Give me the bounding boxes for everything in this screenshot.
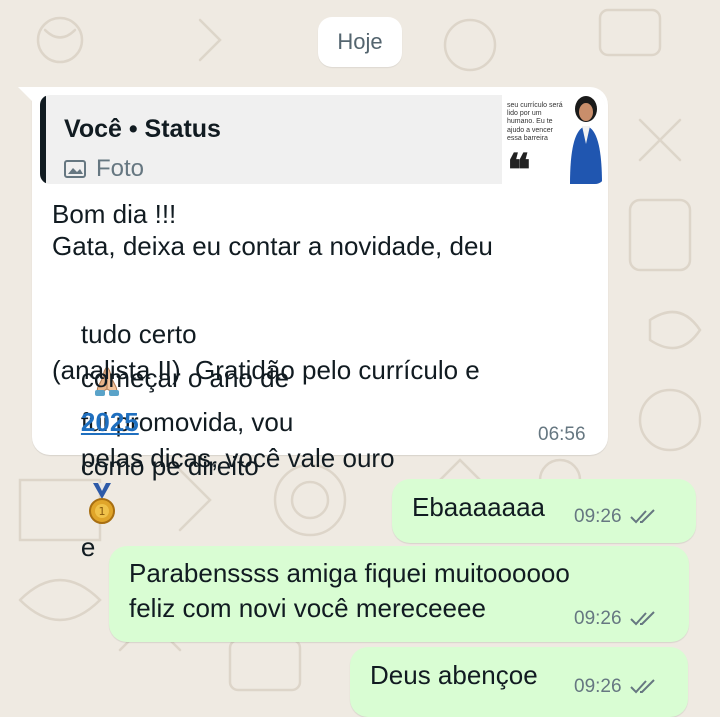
reply-accent-bar [40,95,46,184]
reply-author: Você • Status [64,115,221,143]
message-line-5: (analista II) Gratidão pelo currículo e [52,348,480,392]
person-photo [570,96,602,184]
message-text: Deus abençoe [370,660,538,690]
message-time: 06:56 [538,424,586,445]
read-receipt-icon [629,509,655,524]
thumbnail-caption: seu currículo será lido por um humano. E… [507,102,563,142]
message-line-2: feliz com novi você mereceeee [129,593,486,623]
date-separator: Hoje [318,17,402,67]
message-time: 09:26 [574,506,622,527]
medal-icon: 1 [88,483,115,525]
svg-text:1: 1 [98,505,105,518]
quote-mark-icon: ❝ [507,145,531,185]
message-meta: 09:26 [574,506,658,528]
text-segment: e [80,532,96,563]
status-thumbnail: seu currículo será lido por um humano. E… [502,95,605,184]
photo-icon [64,160,86,178]
reply-media-type: Foto [64,155,144,183]
outgoing-message[interactable]: Parabenssss amiga fiquei muitoooooo feli… [109,546,689,642]
message-line-1: Parabenssss amiga fiquei muitoooooo [129,558,570,588]
message-time: 09:26 [574,676,622,697]
message-time: 09:26 [574,608,622,629]
text-segment: Gata, deixa eu contar a novidade, deu [52,231,493,261]
message-text: Ebaaaaaaa [412,492,546,522]
status-reply-preview[interactable]: Você • Status Foto seu currículo será li… [40,95,605,184]
message-meta: 09:26 [574,676,658,698]
reply-type-label: Foto [96,155,145,182]
message-line-2: Gata, deixa eu contar a novidade, deu [52,224,493,268]
incoming-message[interactable]: Você • Status Foto seu currículo será li… [18,87,608,562]
bubble-tail [18,87,36,105]
read-receipt-icon [629,679,655,694]
text-segment: pelas dicas, você vale ouro [80,443,395,473]
text-segment: (analista II) Gratidão pelo currículo e [52,355,480,385]
read-receipt-icon [629,611,655,626]
message-meta: 09:26 [574,608,658,630]
outgoing-message[interactable]: Ebaaaaaaa 09:26 [392,479,696,543]
outgoing-message[interactable]: Deus abençoe 09:26 [350,647,688,717]
